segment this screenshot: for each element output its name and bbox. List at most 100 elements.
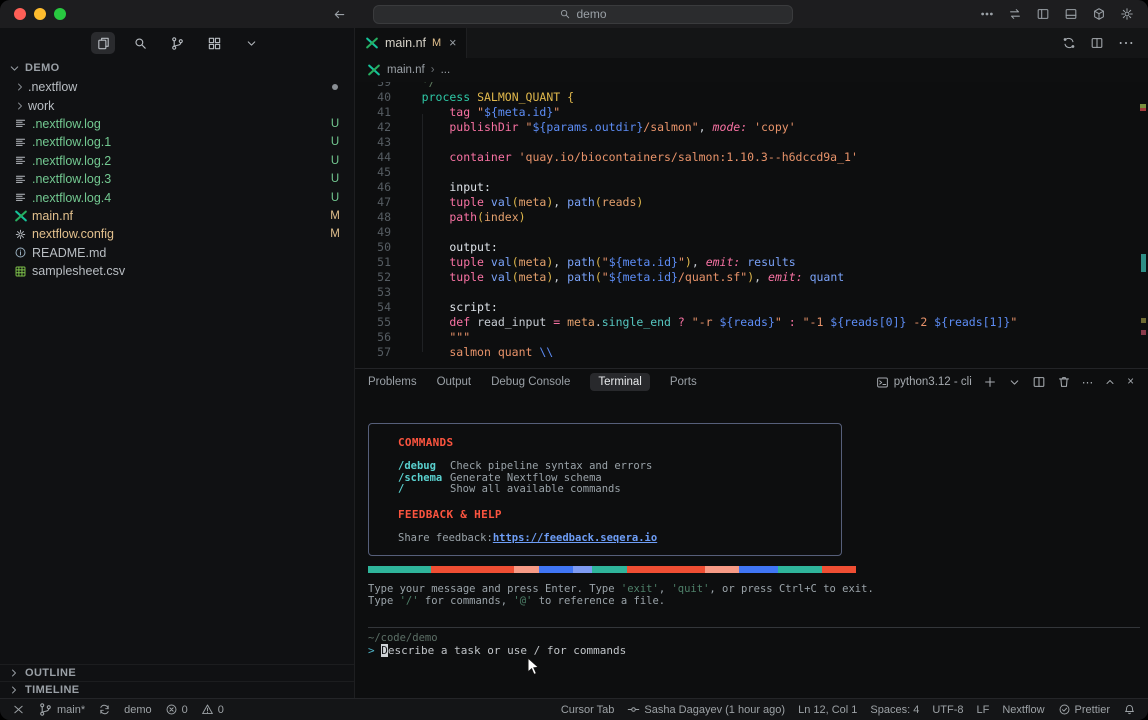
outline-section[interactable]: OUTLINE [0, 664, 354, 681]
kill-terminal-icon[interactable] [1057, 375, 1071, 389]
command-name[interactable]: /debug [398, 461, 450, 473]
split-terminal-icon[interactable] [1032, 375, 1046, 389]
status-item-prettier[interactable]: Prettier [1058, 703, 1110, 716]
tab-main-nf[interactable]: main.nf M × [355, 28, 467, 58]
explorer-section-header[interactable]: DEMO [0, 58, 354, 78]
chevron-down-icon[interactable] [1008, 376, 1021, 389]
toggle-panel-icon[interactable] [1064, 7, 1078, 21]
status-item-ln-12-col-1[interactable]: Ln 12, Col 1 [798, 704, 857, 716]
code-line: 50output: [355, 240, 1148, 255]
more-actions-icon[interactable] [980, 7, 994, 21]
status-item-sasha-dagayev-1-hour-ago[interactable]: Sasha Dagayev (1 hour ago) [627, 703, 785, 716]
panel-tab-ports[interactable]: Ports [670, 376, 697, 388]
status-item-bell[interactable] [1123, 703, 1136, 716]
status-item-nextflow[interactable]: Nextflow [1002, 704, 1044, 716]
file-tree-item-samplesheet-csv[interactable]: samplesheet.csv [0, 262, 354, 280]
sync-icon [98, 703, 111, 716]
folder-chevron-icon [14, 81, 28, 93]
status-item-main[interactable]: main* [38, 702, 85, 717]
breadcrumb-file[interactable]: main.nf [387, 64, 425, 76]
maximize-panel-icon[interactable] [1104, 376, 1116, 388]
command-name[interactable]: / [398, 484, 450, 496]
sync-icon[interactable] [1008, 7, 1022, 21]
panel-tab-debug-console[interactable]: Debug Console [491, 376, 570, 388]
panel-tab-terminal[interactable]: Terminal [590, 373, 649, 391]
file-tree-item--nextflow-log-2[interactable]: .nextflow.log.2U [0, 152, 354, 170]
file-name: .nextflow [28, 80, 332, 94]
breadcrumb[interactable]: main.nf › ... [355, 58, 1148, 82]
log-file-icon [14, 136, 32, 149]
terminal-prompt[interactable]: > Describe a task or use / for commands [368, 644, 626, 657]
close-tab-icon[interactable]: × [449, 36, 456, 50]
file-tree-item--nextflow-log[interactable]: .nextflow.logU [0, 115, 354, 133]
bar-segment [778, 566, 822, 573]
source-control-icon[interactable] [165, 32, 189, 54]
status-item-sync[interactable] [98, 703, 111, 716]
line-number: 55 [355, 315, 391, 330]
zoom-window-button[interactable] [54, 8, 66, 20]
code-text: salmon quant \\ [391, 345, 553, 360]
code-text: container 'quay.io/biocontainers/salmon:… [391, 150, 858, 165]
search-icon[interactable] [128, 32, 152, 54]
status-label: demo [124, 704, 152, 716]
status-item-demo[interactable]: demo [124, 704, 152, 716]
status-item-utf-8[interactable]: UTF-8 [932, 704, 963, 716]
scrollbar-thumb[interactable] [1141, 254, 1146, 272]
status-item-spaces-4[interactable]: Spaces: 4 [870, 704, 919, 716]
status-item-remote[interactable] [12, 703, 25, 716]
toggle-sidebar-icon[interactable] [1036, 7, 1050, 21]
tab-modified-badge: M [432, 37, 441, 49]
source-control-sync-icon[interactable] [1062, 33, 1076, 53]
file-tree-item-nextflow-config[interactable]: nextflow.configM [0, 225, 354, 243]
file-tree-item--nextflow[interactable]: .nextflow [0, 78, 354, 96]
extensions-icon[interactable] [202, 32, 226, 54]
code-editor[interactable]: 39*/40process SALMON_QUANT {41tag "${met… [355, 82, 1148, 368]
status-label: Ln 12, Col 1 [798, 704, 857, 716]
panel-more-icon[interactable]: ⋯ [1082, 375, 1094, 389]
titlebar: demo [0, 0, 1148, 28]
status-label: main* [57, 704, 85, 716]
line-number: 42 [355, 120, 391, 135]
minimize-window-button[interactable] [34, 8, 46, 20]
file-tree-item-work[interactable]: work [0, 96, 354, 114]
bar-segment [573, 566, 593, 573]
shell-label: python3.12 - cli [894, 376, 972, 388]
overview-ruler[interactable] [1139, 82, 1147, 368]
new-terminal-icon[interactable] [983, 375, 997, 389]
customize-layout-icon[interactable] [1092, 7, 1106, 21]
close-window-button[interactable] [14, 8, 26, 20]
status-item-cursor-tab[interactable]: Cursor Tab [561, 704, 615, 716]
file-tree-item--nextflow-log-1[interactable]: .nextflow.log.1U [0, 133, 354, 151]
status-item-0[interactable]: 0 [165, 703, 188, 716]
tab-label: main.nf [385, 36, 426, 50]
file-tree-item--nextflow-log-4[interactable]: .nextflow.log.4U [0, 188, 354, 206]
chevron-down-icon[interactable] [239, 32, 263, 54]
more-actions-icon[interactable]: ⋯ [1118, 33, 1134, 53]
vscode-window: demo DEMO .nextflowwork.nextflow.logU.ne… [0, 0, 1148, 720]
file-tree-item-README-md[interactable]: README.md [0, 244, 354, 262]
close-panel-icon[interactable]: × [1127, 376, 1134, 388]
feedback-link[interactable]: https://feedback.seqera.io [493, 533, 657, 545]
terminal[interactable]: COMMANDS /debugCheck pipeline syntax and… [355, 395, 1148, 698]
back-button[interactable] [332, 7, 347, 22]
command-center-search[interactable]: demo [373, 5, 793, 24]
panel-tab-output[interactable]: Output [437, 376, 472, 388]
split-editor-icon[interactable] [1090, 33, 1104, 53]
file-tree-item--nextflow-log-3[interactable]: .nextflow.log.3U [0, 170, 354, 188]
remote-icon [12, 703, 25, 716]
shell-session[interactable]: python3.12 - cli [876, 376, 972, 389]
status-item-0[interactable]: 0 [201, 703, 224, 716]
prompt-symbol: > [368, 644, 375, 657]
panel-tab-problems[interactable]: Problems [368, 376, 417, 388]
timeline-section[interactable]: TIMELINE [0, 681, 354, 698]
git-status-badge: U [328, 192, 342, 204]
file-tree-item-main-nf[interactable]: main.nfM [0, 207, 354, 225]
explorer-icon[interactable] [91, 32, 115, 54]
bar-segment [539, 566, 573, 573]
status-item-lf[interactable]: LF [977, 704, 990, 716]
command-name[interactable]: /schema [398, 473, 450, 485]
code-line: 43 [355, 135, 1148, 150]
settings-gear-icon[interactable] [1120, 7, 1134, 21]
ruler-mark [1140, 108, 1146, 111]
breadcrumb-more[interactable]: ... [441, 64, 451, 76]
